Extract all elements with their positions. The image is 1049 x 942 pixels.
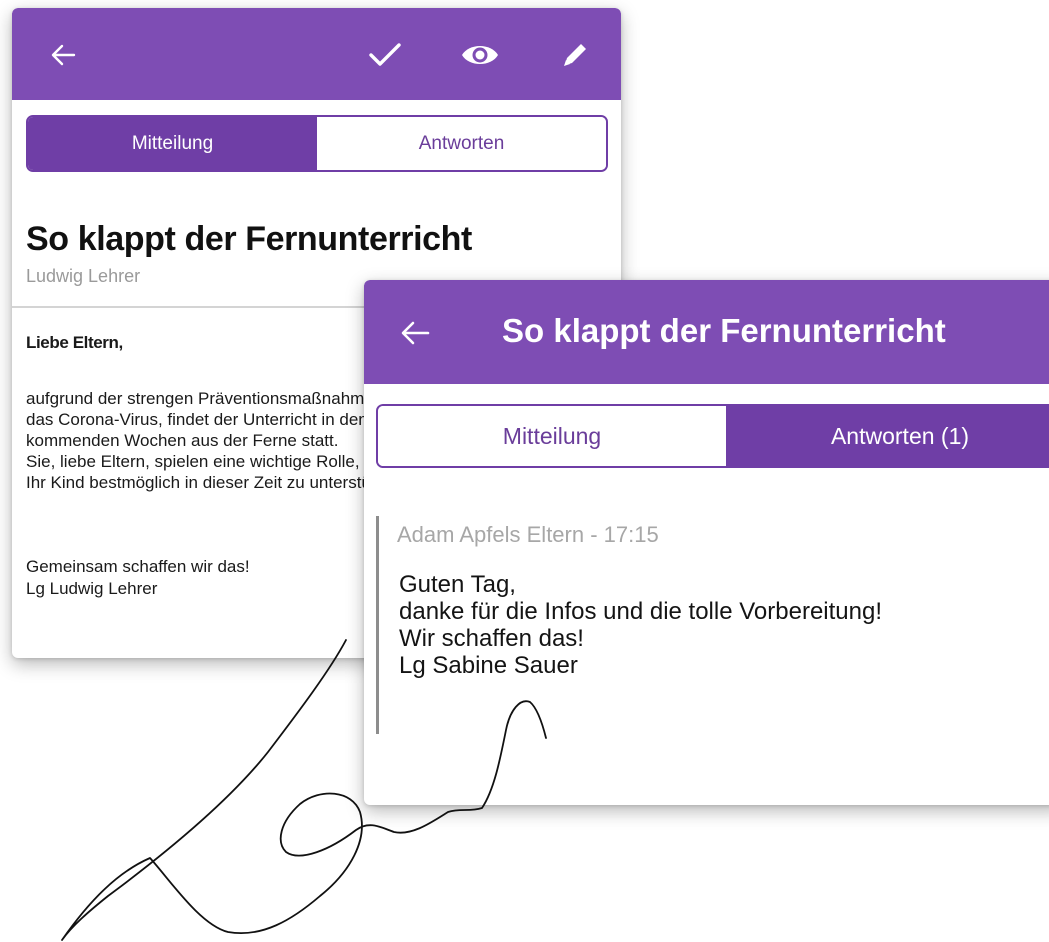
back-arrow-icon[interactable] [50,43,76,67]
tab-antworten[interactable]: Antworten (1) [726,406,1049,466]
replies-card: So klappt der Fernunterricht Mitteilung … [364,280,1049,805]
eye-icon[interactable] [460,42,500,68]
tab-antworten[interactable]: Antworten [317,117,606,170]
pencil-icon[interactable] [560,40,590,70]
reply-line: Guten Tag, [399,571,516,598]
message-title: So klappt der Fernunterricht [26,220,472,258]
tab-mitteilung[interactable]: Mitteilung [28,117,317,170]
toolbar: So klappt der Fernunterricht [364,280,1049,384]
reply-quote-bar [376,516,379,734]
message-author: Ludwig Lehrer [26,266,141,286]
message-tabs: Mitteilung Antworten [26,115,608,172]
toolbar [12,8,621,100]
reply-meta: Adam Apfels Eltern - 17:15 [397,522,659,547]
reply-line: Lg Sabine Sauer [399,652,578,679]
back-arrow-icon[interactable] [400,320,430,346]
reply-line: Wir schaffen das! [399,625,584,652]
tab-mitteilung[interactable]: Mitteilung [378,406,726,466]
page-title: So klappt der Fernunterricht [502,312,946,349]
reply-line: danke für die Infos und die tolle Vorber… [399,598,882,625]
message-tabs: Mitteilung Antworten (1) [376,404,1049,468]
check-icon[interactable] [368,42,402,68]
